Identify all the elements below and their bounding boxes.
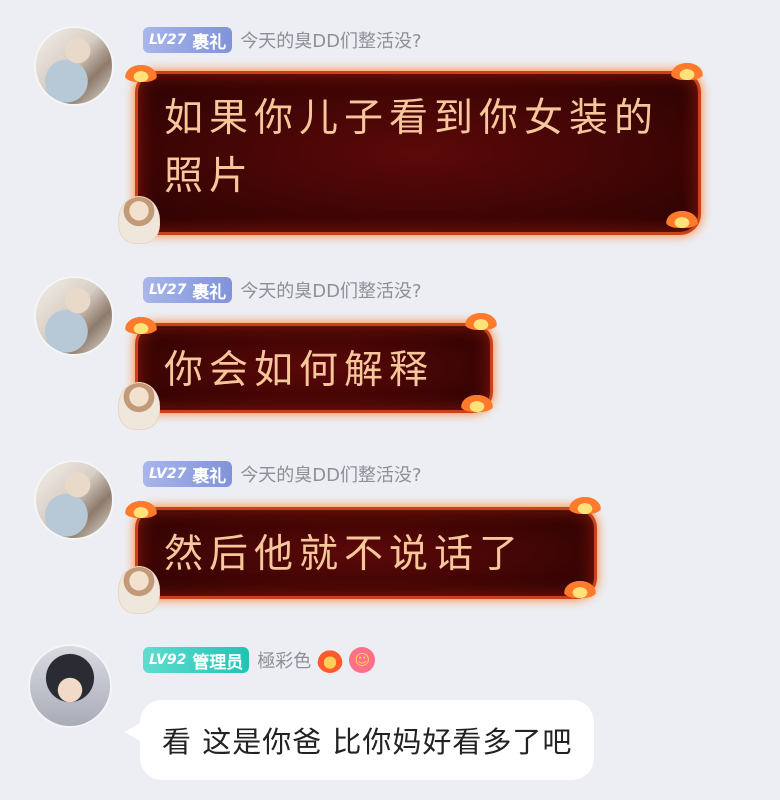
level-number: LV27 (149, 282, 187, 298)
user-avatar[interactable] (34, 26, 114, 106)
message-text: 你会如何解释 (164, 348, 435, 393)
level-number: LV27 (149, 32, 187, 48)
message-header: LV92 管理员 極彩色 ☺ (143, 646, 376, 674)
bubble-figure-decoration-icon (118, 196, 160, 244)
username[interactable]: 裹礼 (192, 278, 226, 303)
message-header: LV27 裹礼 今天的臭DD们整活没? (143, 276, 422, 304)
level-number: LV92 (149, 652, 187, 668)
smile-emoji-icon: ☺ (349, 647, 376, 673)
flame-decoration-icon (568, 496, 602, 514)
flame-decoration-icon (464, 312, 498, 330)
message-bubble[interactable]: 你会如何解释 (138, 326, 490, 410)
username[interactable]: 裹礼 (192, 28, 226, 53)
user-title: 今天的臭DD们整活没? (240, 281, 422, 302)
flame-decoration-icon (124, 500, 158, 518)
message-text: 看 这是你爸 比你妈好看多了吧 (162, 725, 573, 759)
level-number: LV27 (149, 466, 187, 482)
flame-decoration-icon (124, 316, 158, 334)
bubble-figure-decoration-icon (118, 382, 160, 430)
flame-decoration-icon (670, 62, 704, 80)
fire-icon (317, 647, 344, 673)
user-avatar[interactable] (34, 276, 114, 356)
message-text: 如果你儿子看到你女装的照片 (164, 96, 660, 199)
flame-decoration-icon (460, 394, 494, 412)
level-badge: LV27 裹礼 (143, 461, 233, 487)
username[interactable]: 管理员 (192, 648, 243, 673)
flame-decoration-icon (665, 210, 699, 228)
message-header: LV27 裹礼 今天的臭DD们整活没? (143, 460, 422, 488)
flame-decoration-icon (563, 580, 597, 598)
message-bubble[interactable]: 然后他就不说话了 (138, 510, 594, 596)
message-bubble[interactable]: 看 这是你爸 比你妈好看多了吧 (140, 700, 595, 780)
level-badge: LV27 裹礼 (143, 277, 233, 303)
message-bubble[interactable]: 如果你儿子看到你女装的照片 (138, 74, 698, 232)
message-header: LV27 裹礼 今天的臭DD们整活没? (143, 26, 422, 54)
level-badge: LV92 管理员 (143, 647, 250, 673)
level-badge: LV27 裹礼 (143, 27, 233, 53)
user-title: 極彩色 (257, 651, 312, 672)
user-avatar[interactable] (34, 460, 114, 540)
message-bubble-wrap: 看 这是你爸 比你妈好看多了吧 (0, 700, 780, 780)
bubble-figure-decoration-icon (118, 566, 160, 614)
username[interactable]: 裹礼 (192, 462, 226, 487)
user-title: 今天的臭DD们整活没? (240, 465, 422, 486)
user-title: 今天的臭DD们整活没? (240, 31, 422, 52)
flame-decoration-icon (124, 64, 158, 82)
message-text: 然后他就不说话了 (164, 532, 525, 577)
